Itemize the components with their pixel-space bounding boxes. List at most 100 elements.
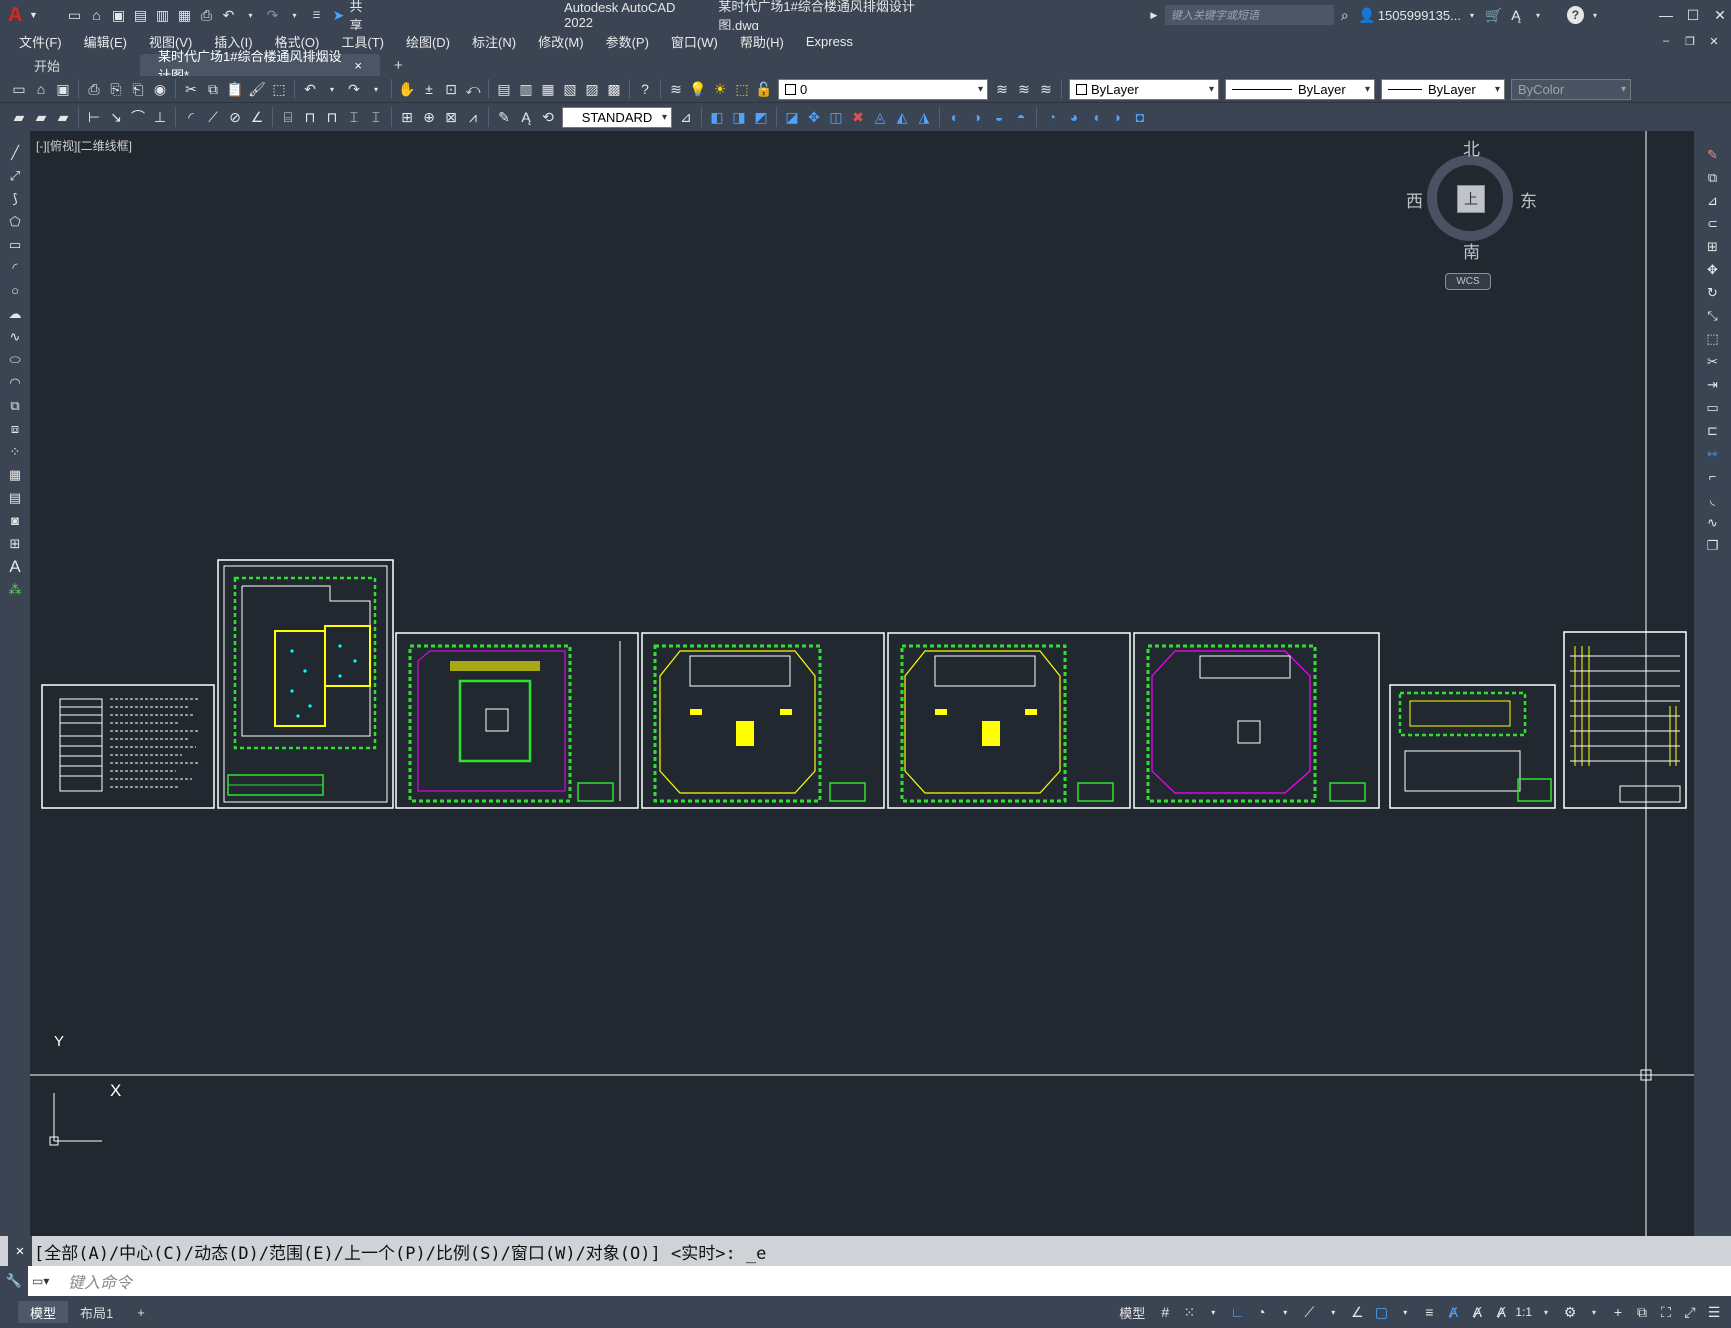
layer-unlock-icon[interactable]: 🔓	[754, 79, 774, 99]
save-as-icon[interactable]: ▤	[130, 5, 150, 25]
viewcube-west[interactable]: 西	[1406, 187, 1423, 212]
calculator-icon[interactable]: ▩	[604, 79, 624, 99]
lineweight-icon[interactable]: ≡	[1418, 1301, 1440, 1323]
save-tb-icon[interactable]: ▣	[53, 79, 73, 99]
construction-line-icon[interactable]: ⤢	[4, 165, 26, 186]
dim-linear-icon[interactable]: ⊢	[84, 107, 104, 127]
undo-tb-icon[interactable]: ↶	[300, 79, 320, 99]
isodraft-icon[interactable]: ⟋	[1298, 1301, 1320, 1323]
break-icon[interactable]: ⊏	[1702, 420, 1724, 441]
open-icon[interactable]: ⌂	[31, 79, 51, 99]
viewcube-south[interactable]: 南	[1463, 238, 1480, 263]
sheet-floor-plan-2[interactable]	[641, 632, 885, 809]
doc-close-icon[interactable]: ✕	[1703, 31, 1725, 51]
redo-icon[interactable]: ↷	[262, 5, 282, 25]
rotate-icon[interactable]: ↻	[1702, 282, 1724, 303]
snap-icon[interactable]: ⁙	[1178, 1301, 1200, 1323]
imprint-icon[interactable]: ◐	[945, 107, 965, 127]
sheet-roof-plan[interactable]	[1389, 684, 1556, 809]
slice-icon[interactable]: ◖	[1086, 107, 1106, 127]
quick-dim-icon[interactable]: ⌸	[278, 107, 298, 127]
search-expand-icon[interactable]: ▶	[1144, 5, 1164, 25]
help-button[interactable]: ?	[1566, 6, 1584, 24]
drawing-area[interactable]: [-][俯视][二维线框] Y X 上 北 南 西 东 WCS	[30, 131, 1694, 1236]
minimize-icon[interactable]: —	[1656, 5, 1676, 25]
grid-icon[interactable]: #	[1154, 1301, 1176, 1323]
menu-modify[interactable]: 修改(M)	[527, 32, 595, 51]
offset-faces-icon[interactable]: ◫	[826, 107, 846, 127]
annotation-monitor-icon[interactable]: +	[1607, 1301, 1629, 1323]
command-recent-icon[interactable]: ▭▾	[32, 1274, 49, 1288]
paste-icon[interactable]: 📋	[225, 79, 245, 99]
sheet-set-icon[interactable]: ▧	[560, 79, 580, 99]
dimstyle-dropdown[interactable]: STANDARD ▾	[562, 106, 672, 128]
zoom-previous-icon[interactable]: ⤺	[463, 79, 483, 99]
command-close-icon[interactable]: ✕	[8, 1236, 32, 1266]
spline-icon[interactable]: ∿	[4, 326, 26, 347]
chamfer-icon[interactable]: ⌐	[1702, 466, 1724, 487]
layer-previous-icon[interactable]: ≋	[1014, 79, 1034, 99]
dim-aligned-icon[interactable]: ↘	[106, 107, 126, 127]
app-menu-chevron-icon[interactable]: ▼	[23, 5, 43, 25]
customization-menu-icon[interactable]: ☰	[1703, 1301, 1725, 1323]
section-icon[interactable]: ◕	[1064, 107, 1084, 127]
join-icon[interactable]: ⇿	[1702, 443, 1724, 464]
workspace-dropdown-icon[interactable]: ▾	[1583, 1301, 1605, 1323]
edit-solid-icon[interactable]: ◘	[1130, 107, 1150, 127]
copy-object-icon[interactable]: ⧉	[1702, 167, 1724, 188]
qnew-icon[interactable]: ▭	[9, 79, 29, 99]
search-input[interactable]: 键入关键字或短语	[1164, 5, 1334, 25]
mirror-icon[interactable]: ⊿	[1702, 190, 1724, 211]
layer-on-icon[interactable]: 💡	[688, 79, 708, 99]
polyline-icon[interactable]: ⟆	[4, 188, 26, 209]
command-customize-icon[interactable]: 🔧	[0, 1266, 28, 1296]
scale-icon[interactable]: ⤡	[1702, 305, 1724, 326]
search-icon[interactable]: ⌕	[1335, 5, 1355, 25]
tool-palettes-icon[interactable]: ▦	[538, 79, 558, 99]
lineweight-dropdown[interactable]: ByLayer ▾	[1381, 78, 1505, 100]
isodraft-dropdown-icon[interactable]: ▾	[1322, 1301, 1344, 1323]
help-tb-icon[interactable]: ?	[635, 79, 655, 99]
new-tab-button[interactable]: +	[384, 54, 413, 76]
design-center-icon[interactable]: ▥	[516, 79, 536, 99]
redo-tb-icon[interactable]: ↷	[344, 79, 364, 99]
osnap-dropdown-icon[interactable]: ▾	[1394, 1301, 1416, 1323]
doc-minimize-icon[interactable]: –	[1655, 31, 1677, 51]
erase-icon[interactable]: ✎	[1702, 144, 1724, 165]
shell-icon[interactable]: ◓	[1011, 107, 1031, 127]
explode-icon[interactable]: ❐	[1702, 535, 1724, 556]
autodesk-app-icon[interactable]: Ą	[1506, 5, 1526, 25]
menu-express[interactable]: Express	[795, 34, 864, 49]
menu-file[interactable]: 文件(F)	[8, 32, 73, 51]
add-selected-icon[interactable]: ⁂	[4, 579, 26, 600]
scale-dropdown-icon[interactable]: ▾	[1535, 1301, 1557, 1323]
dim-update-icon[interactable]: ⟲	[538, 107, 558, 127]
tolerance-icon[interactable]: ⊞	[397, 107, 417, 127]
autocad-logo[interactable]: A	[8, 4, 22, 27]
polar-dropdown-icon[interactable]: ▾	[1274, 1301, 1296, 1323]
undo-tb-dropdown-icon[interactable]: ▾	[322, 79, 342, 99]
ws-icon-3[interactable]: ▰	[53, 107, 73, 127]
mtext-icon[interactable]: A	[4, 556, 26, 577]
rectangle-icon[interactable]: ▭	[4, 234, 26, 255]
save-icon[interactable]: ▣	[108, 5, 128, 25]
app-dropdown-icon[interactable]: ▾	[1528, 5, 1548, 25]
clean-screen-icon[interactable]: ⤢	[1679, 1301, 1701, 1323]
interfere-icon[interactable]: ◗	[1108, 107, 1128, 127]
insert-block-icon[interactable]: ⧉	[4, 395, 26, 416]
viewcube[interactable]: 上 北 南 西 东 WCS	[1400, 133, 1540, 293]
object-tracking-icon[interactable]: ∠	[1346, 1301, 1368, 1323]
stretch-icon[interactable]: ⬚	[1702, 328, 1724, 349]
redo-tb-dropdown-icon[interactable]: ▾	[366, 79, 386, 99]
menu-draw[interactable]: 绘图(D)	[395, 32, 461, 51]
tab-close-icon[interactable]: ×	[354, 58, 362, 73]
dim-space-icon[interactable]: ⌶	[344, 107, 364, 127]
linetype-dropdown[interactable]: ByLayer ▾	[1225, 78, 1375, 100]
jogged-linear-icon[interactable]: ⩘	[463, 107, 483, 127]
delete-faces-icon[interactable]: ✖	[848, 107, 868, 127]
polygon-icon[interactable]: ⬠	[4, 211, 26, 232]
make-current-icon[interactable]: ≋	[992, 79, 1012, 99]
wcs-button[interactable]: WCS	[1445, 273, 1491, 290]
region-icon[interactable]: ◙	[4, 510, 26, 531]
revision-cloud-icon[interactable]: ☁	[4, 303, 26, 324]
